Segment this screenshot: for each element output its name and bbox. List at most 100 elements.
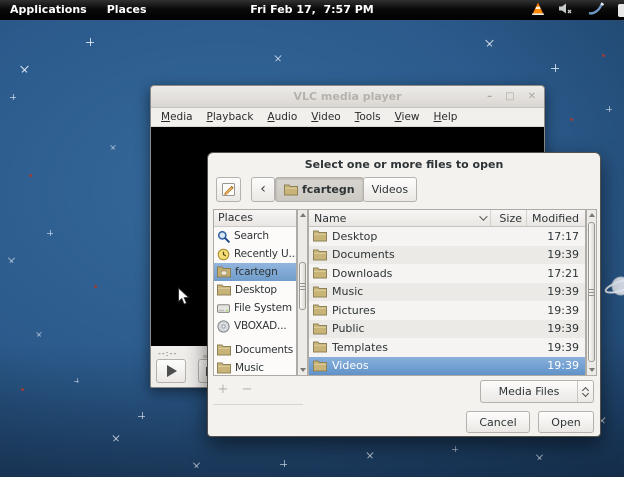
- file-row-videos[interactable]: Videos19:39: [309, 357, 585, 376]
- file-list-header: Name Size Modified: [309, 210, 585, 227]
- place-item-desktop[interactable]: Desktop: [214, 281, 296, 299]
- place-item-file-system[interactable]: File System: [214, 299, 296, 317]
- filter-value: Media Files: [481, 385, 577, 398]
- place-item-documents[interactable]: Documents: [214, 341, 296, 359]
- file-modified: 19:39: [527, 304, 585, 317]
- star-decoration: [7, 255, 17, 265]
- minimize-icon[interactable]: –: [487, 86, 492, 108]
- file-row-pictures[interactable]: Pictures19:39: [309, 301, 585, 320]
- name-column-label: Name: [314, 212, 346, 225]
- folder-icon: [217, 284, 231, 296]
- add-bookmark-button[interactable]: +: [216, 382, 230, 397]
- maximize-icon[interactable]: □: [505, 86, 514, 108]
- red-dot-decoration: [94, 285, 97, 288]
- applications-menu[interactable]: Applications: [0, 0, 97, 20]
- star-decoration: [272, 52, 283, 63]
- file-name: Videos: [309, 359, 491, 372]
- breadcrumb-videos[interactable]: Videos: [363, 177, 418, 202]
- vlc-menu-view[interactable]: View: [388, 111, 427, 123]
- drive-icon: [217, 302, 230, 315]
- file-row-public[interactable]: Public19:39: [309, 320, 585, 339]
- file-open-dialog: Select one or more files to open ‹ fcart…: [207, 152, 601, 437]
- folder-icon: [284, 184, 298, 196]
- chevron-down-icon: [479, 212, 487, 220]
- close-icon[interactable]: ✕: [528, 86, 536, 108]
- file-name: Desktop: [309, 230, 491, 243]
- column-header-name[interactable]: Name: [309, 210, 491, 226]
- vlc-menu-help[interactable]: Help: [427, 111, 465, 123]
- folder-icon: [313, 286, 327, 298]
- file-modified: 17:17: [527, 230, 585, 243]
- red-dot-decoration: [602, 54, 605, 57]
- scroll-down-icon[interactable]: [587, 365, 596, 375]
- star-decoration: [364, 449, 375, 460]
- open-button[interactable]: Open: [538, 411, 594, 433]
- file-row-documents[interactable]: Documents19:39: [309, 246, 585, 265]
- top-panel: Applications Places Fri Feb 17, 7:57 PM: [0, 0, 624, 20]
- vlc-cone-icon[interactable]: [531, 2, 545, 19]
- file-list: Name Size Modified Desktop 17:17 Documents…: [308, 209, 586, 376]
- file-type-filter-dropdown[interactable]: Media Files: [480, 380, 594, 403]
- scroll-up-icon[interactable]: [587, 210, 596, 220]
- breadcrumb-label: fcartegn: [302, 183, 355, 196]
- place-item-search[interactable]: Search: [214, 227, 296, 245]
- vlc-menu-playback[interactable]: Playback: [200, 111, 261, 123]
- file-list-scrollbar[interactable]: [586, 209, 597, 376]
- red-dot-decoration: [29, 174, 32, 177]
- star-decoration: [109, 143, 117, 151]
- system-tray: [531, 0, 624, 20]
- scroll-down-icon[interactable]: [298, 365, 307, 375]
- folder-icon: [313, 267, 327, 279]
- file-list-scrollbar-thumb[interactable]: [588, 222, 595, 362]
- bookmark-buttons: + −: [216, 382, 254, 397]
- vlc-window-controls: – □ ✕: [487, 86, 536, 108]
- edit-location-icon: [221, 182, 236, 197]
- column-header-modified[interactable]: Modified: [527, 210, 585, 226]
- vlc-menubar: MediaPlaybackAudioVideoToolsViewHelp: [151, 108, 544, 127]
- place-item-music[interactable]: Music: [214, 359, 296, 376]
- file-row-desktop[interactable]: Desktop 17:17: [309, 227, 585, 246]
- star-decoration: [606, 106, 612, 112]
- type-location-button[interactable]: [216, 177, 241, 202]
- scroll-up-icon[interactable]: [298, 210, 307, 220]
- star-decoration: [47, 230, 53, 236]
- vlc-menu-media[interactable]: Media: [154, 111, 200, 123]
- folder-icon: [313, 249, 327, 261]
- back-button[interactable]: ‹: [251, 177, 275, 202]
- star-decoration: [86, 38, 94, 46]
- places-menu[interactable]: Places: [97, 0, 157, 20]
- vlc-titlebar[interactable]: VLC media player – □ ✕: [151, 86, 544, 108]
- breadcrumb-fcartegn[interactable]: fcartegn: [275, 177, 364, 202]
- file-row-downloads[interactable]: Downloads17:21: [309, 264, 585, 283]
- play-button[interactable]: [156, 359, 186, 383]
- file-row-templates[interactable]: Templates19:39: [309, 338, 585, 357]
- stylus-icon[interactable]: [587, 1, 605, 19]
- vlc-menu-audio[interactable]: Audio: [260, 111, 304, 123]
- column-header-size[interactable]: Size: [491, 210, 527, 226]
- vlc-menu-tools[interactable]: Tools: [348, 111, 388, 123]
- place-label: Recently U...: [234, 248, 296, 260]
- place-item-vboxad[interactable]: VBOXAD...: [214, 317, 296, 335]
- screen: Applications Places Fri Feb 17, 7:57 PM: [0, 0, 624, 477]
- star-decoration: [280, 460, 287, 467]
- volume-muted-icon[interactable]: [558, 2, 574, 18]
- mouse-cursor: [177, 287, 190, 309]
- file-name: Public: [309, 322, 491, 335]
- play-icon: [167, 365, 177, 377]
- place-item-fcartegn[interactable]: fcartegn: [214, 263, 296, 281]
- partial-tray-icon[interactable]: [618, 4, 624, 17]
- star-decoration: [452, 446, 458, 452]
- sidebar-scrollbar-thumb[interactable]: [299, 262, 306, 310]
- vlc-menu-video[interactable]: Video: [304, 111, 347, 123]
- star-decoration: [74, 378, 79, 383]
- star-decoration: [192, 460, 202, 470]
- remove-bookmark-button[interactable]: −: [240, 382, 254, 397]
- place-item-recently-u[interactable]: Recently U...: [214, 245, 296, 263]
- star-decoration: [138, 412, 145, 419]
- recent-icon: [217, 248, 230, 261]
- file-row-music[interactable]: Music19:39: [309, 283, 585, 302]
- sidebar-scrollbar[interactable]: [297, 209, 308, 376]
- clock[interactable]: Fri Feb 17, 7:57 PM: [250, 0, 373, 20]
- breadcrumb: fcartegn Videos: [275, 177, 417, 202]
- cancel-button[interactable]: Cancel: [466, 411, 530, 433]
